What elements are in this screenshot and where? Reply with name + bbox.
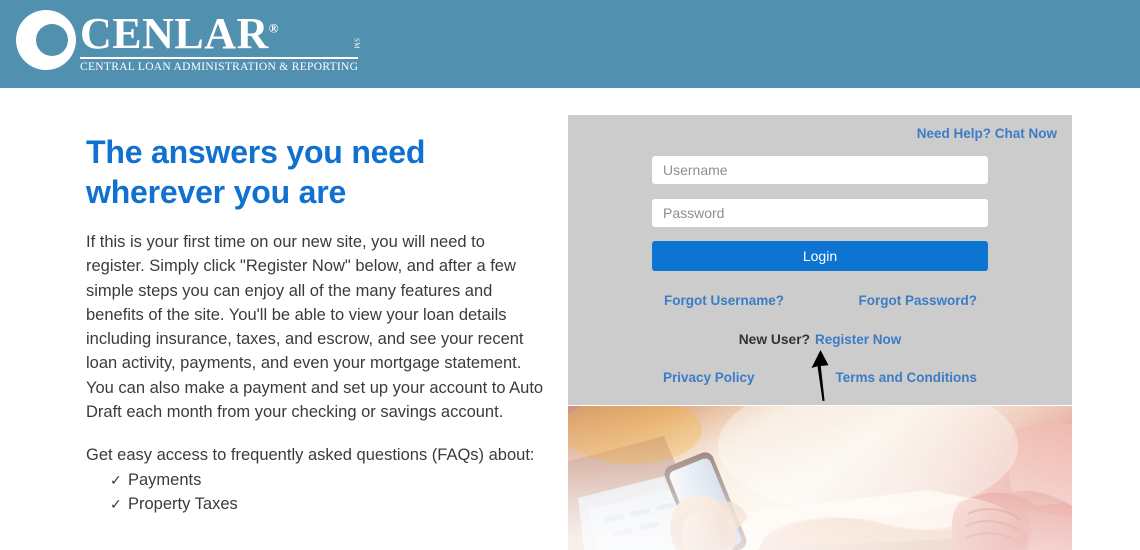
login-button[interactable]: Login <box>652 241 988 271</box>
faq-item-label: Payments <box>128 470 202 489</box>
list-item: ✓ Payments <box>110 468 548 492</box>
site-header: CENLAR® CENTRAL LOAN ADMINISTRATION & RE… <box>0 0 1140 88</box>
password-input[interactable] <box>652 199 988 227</box>
forgot-password-link[interactable]: Forgot Password? <box>858 293 977 308</box>
chat-now-link[interactable]: Need Help? Chat Now <box>917 126 1057 141</box>
intro-paragraph: If this is your first time on our new si… <box>86 233 544 422</box>
faq-lead-text: Get easy access to frequently asked ques… <box>86 446 535 465</box>
checkmark-icon: ✓ <box>110 495 122 512</box>
intro-content-column: The answers you need wherever you are If… <box>86 132 548 516</box>
forgot-username-link[interactable]: Forgot Username? <box>664 293 784 308</box>
login-panel: Need Help? Chat Now Login Forgot Usernam… <box>568 115 1072 405</box>
new-user-label: New User? <box>738 332 811 347</box>
username-input[interactable] <box>652 156 988 184</box>
cenlar-c-swoosh-logo-icon <box>14 8 78 72</box>
register-now-link[interactable]: Register Now <box>815 332 901 347</box>
registered-trademark-icon: ® <box>268 20 280 36</box>
hero-photo <box>568 406 1072 550</box>
page-title: The answers you need wherever you are <box>86 134 426 210</box>
logo-wordmark: CENLAR® <box>80 12 358 56</box>
privacy-policy-link[interactable]: Privacy Policy <box>663 370 755 385</box>
faq-item-label: Property Taxes <box>128 494 238 513</box>
list-item: ✓ Property Taxes <box>110 492 548 516</box>
cenlar-logo[interactable]: CENLAR® CENTRAL LOAN ADMINISTRATION & RE… <box>14 8 361 73</box>
logo-wordmark-text: CENLAR <box>80 9 269 58</box>
new-user-row: New User? Register Now <box>568 331 1072 349</box>
logo-wordmark-block: CENLAR® CENTRAL LOAN ADMINISTRATION & RE… <box>80 8 361 73</box>
service-mark-icon: SM <box>352 38 361 50</box>
page-root: CENLAR® CENTRAL LOAN ADMINISTRATION & RE… <box>0 0 1140 550</box>
faq-list: ✓ Payments ✓ Property Taxes <box>86 468 548 517</box>
logo-tagline: CENTRAL LOAN ADMINISTRATION & REPORTING <box>80 61 359 73</box>
chat-link-row: Need Help? Chat Now <box>917 125 1057 143</box>
terms-and-conditions-link[interactable]: Terms and Conditions <box>835 370 977 385</box>
checkmark-icon: ✓ <box>110 471 122 488</box>
